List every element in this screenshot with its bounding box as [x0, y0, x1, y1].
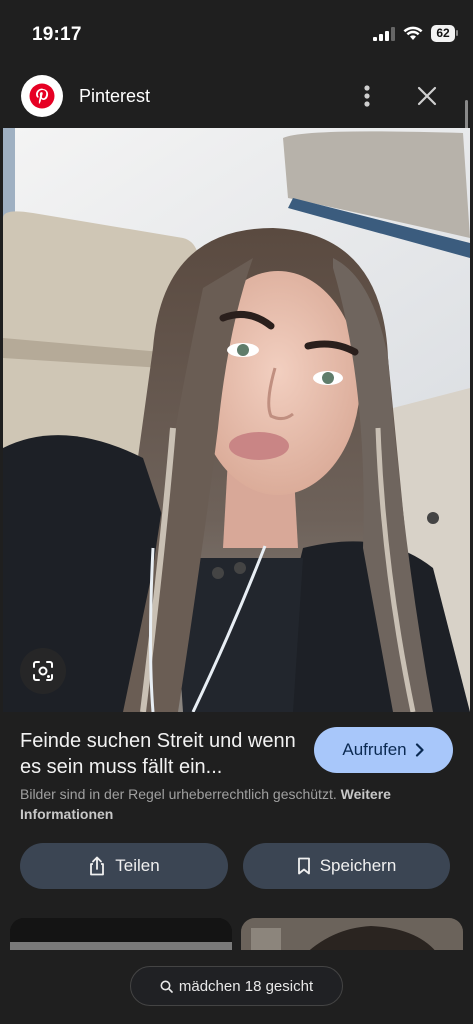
bookmark-icon	[297, 857, 310, 875]
save-label: Speichern	[319, 856, 397, 875]
share-icon	[90, 856, 105, 876]
source-app-title: Pinterest	[79, 86, 151, 106]
chevron-right-icon	[415, 743, 424, 757]
copyright-notice: Bilder sind in der Regel urheberrechtlic…	[20, 784, 440, 824]
more-options-icon[interactable]	[356, 82, 378, 110]
battery-indicator: 62	[431, 25, 458, 42]
search-query: mädchen 18 gesicht	[178, 977, 314, 995]
status-icons: 62	[373, 25, 458, 42]
share-label: Teilen	[115, 856, 160, 875]
status-bar: 19:17 62	[0, 0, 473, 68]
close-icon[interactable]	[413, 82, 441, 110]
copyright-text: Bilder sind in der Regel urheberrechtlic…	[20, 786, 337, 802]
share-button[interactable]: Teilen	[20, 843, 228, 889]
search-query-pill[interactable]: mädchen 18 gesicht	[130, 966, 343, 1006]
open-source-button[interactable]: Aufrufen	[314, 727, 453, 773]
source-header: Pinterest	[0, 70, 473, 126]
open-source-label: Aufrufen	[342, 740, 407, 759]
wifi-icon	[403, 26, 423, 40]
status-time: 19:17	[32, 24, 82, 45]
visual-search-button[interactable]	[20, 648, 66, 694]
result-image[interactable]	[3, 128, 470, 712]
google-lens-icon	[33, 661, 53, 681]
search-icon	[160, 980, 173, 993]
pinterest-logo-icon[interactable]	[21, 75, 63, 117]
save-button[interactable]: Speichern	[243, 843, 450, 889]
cellular-signal-icon	[373, 26, 395, 41]
result-title[interactable]: Feinde suchen Streit und wenn es sein mu…	[20, 728, 310, 780]
